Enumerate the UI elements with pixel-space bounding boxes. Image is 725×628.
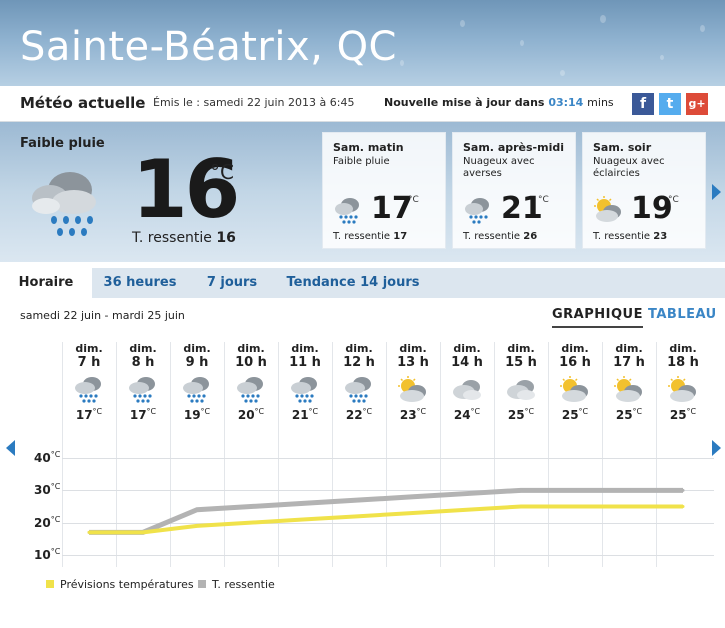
feels-like-point bbox=[195, 508, 199, 512]
forecast-temp-point bbox=[627, 505, 631, 508]
feels-like-line bbox=[89, 487, 683, 535]
forecast-temp-point bbox=[465, 508, 469, 512]
feels-like-point bbox=[411, 495, 415, 499]
legend-label: Prévisions températures bbox=[60, 578, 194, 591]
legend-swatch-yellow bbox=[46, 580, 54, 588]
forecast-temp-point bbox=[87, 530, 91, 534]
forecast-temp-point bbox=[141, 530, 145, 534]
legend-forecast: Prévisions températures bbox=[46, 578, 194, 591]
forecast-temp-point bbox=[681, 505, 685, 508]
forecast-temp-point bbox=[303, 517, 307, 521]
legend-feels: T. ressentie bbox=[198, 578, 275, 591]
forecast-temp-point bbox=[519, 505, 523, 508]
feels-like-point bbox=[627, 488, 631, 492]
feels-like-point bbox=[573, 488, 577, 492]
forecast-temp-point bbox=[411, 511, 415, 515]
forecast-temp-point bbox=[573, 505, 577, 508]
forecast-temp-point bbox=[195, 524, 199, 528]
feels-like-point bbox=[249, 505, 253, 508]
feels-like-point bbox=[357, 498, 361, 502]
feels-like-point bbox=[303, 501, 307, 505]
temperature-chart bbox=[87, 487, 685, 535]
feels-like-point bbox=[681, 488, 685, 492]
feels-like-point bbox=[465, 492, 469, 496]
legend-swatch-grey bbox=[198, 580, 206, 588]
forecast-temp-point bbox=[249, 521, 253, 525]
legend-label: T. ressentie bbox=[212, 578, 275, 591]
feels-like-point bbox=[519, 488, 523, 492]
forecast-temp-point bbox=[357, 514, 361, 518]
